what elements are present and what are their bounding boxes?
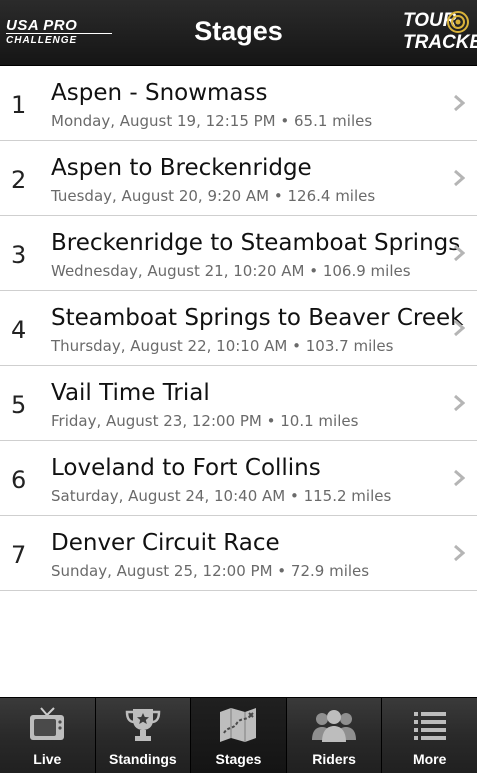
map-icon xyxy=(220,708,257,742)
stage-details: Saturday, August 24, 10:40 AM • 115.2 mi… xyxy=(51,487,392,505)
chevron-right-icon xyxy=(454,244,465,262)
stage-row[interactable]: 5 Vail Time Trial Friday, August 23, 12:… xyxy=(0,366,477,441)
stage-name: Denver Circuit Race xyxy=(51,530,280,556)
stage-list: 1 Aspen - Snowmass Monday, August 19, 12… xyxy=(0,66,477,591)
tab-bar: Live Standings Stages Riders More xyxy=(0,697,477,773)
tour-tracker-logo: TOUR TRACKER xyxy=(403,10,477,53)
stage-number: 6 xyxy=(11,466,27,494)
stage-name: Loveland to Fort Collins xyxy=(51,455,321,481)
stage-row[interactable]: 3 Breckenridge to Steamboat Springs Wedn… xyxy=(0,216,477,291)
tab-label: Standings xyxy=(109,751,177,767)
tab-label: Live xyxy=(33,751,62,767)
stage-name: Aspen to Breckenridge xyxy=(51,155,312,181)
tab-standings[interactable]: Standings xyxy=(95,698,192,773)
chevron-right-icon xyxy=(454,394,465,412)
people-icon xyxy=(312,710,357,742)
stage-row[interactable]: 7 Denver Circuit Race Sunday, August 25,… xyxy=(0,516,477,591)
stage-number: 7 xyxy=(11,541,27,569)
stage-details: Friday, August 23, 12:00 PM • 10.1 miles xyxy=(51,412,359,430)
chevron-right-icon xyxy=(454,319,465,337)
nav-bar: USA PRO CHALLENGE Stages TOUR TRACKER xyxy=(0,0,477,66)
target-icon xyxy=(447,11,469,33)
stage-details: Sunday, August 25, 12:00 PM • 72.9 miles xyxy=(51,562,370,580)
stage-row[interactable]: 4 Steamboat Springs to Beaver Creek Thur… xyxy=(0,291,477,366)
tab-riders[interactable]: Riders xyxy=(286,698,383,773)
stage-details: Thursday, August 22, 10:10 AM • 103.7 mi… xyxy=(51,337,394,355)
stage-name: Breckenridge to Steamboat Springs xyxy=(51,230,461,256)
stage-details: Wednesday, August 21, 10:20 AM • 106.9 m… xyxy=(51,262,411,280)
chevron-right-icon xyxy=(454,544,465,562)
stage-name: Aspen - Snowmass xyxy=(51,80,268,106)
stage-number: 5 xyxy=(11,391,27,419)
stage-number: 3 xyxy=(11,241,27,269)
stage-name: Steamboat Springs to Beaver Creek xyxy=(51,305,464,331)
stage-number: 4 xyxy=(11,316,27,344)
stage-name: Vail Time Trial xyxy=(51,380,210,406)
chevron-right-icon xyxy=(454,469,465,487)
chevron-right-icon xyxy=(454,94,465,112)
usa-pro-challenge-logo: USA PRO CHALLENGE xyxy=(6,18,112,46)
trophy-icon xyxy=(125,709,161,741)
tv-icon xyxy=(30,707,65,740)
stage-row[interactable]: 2 Aspen to Breckenridge Tuesday, August … xyxy=(0,141,477,216)
stage-number: 1 xyxy=(11,91,27,119)
tab-stages[interactable]: Stages xyxy=(191,698,287,773)
tab-more[interactable]: More xyxy=(382,698,477,773)
tab-label: More xyxy=(412,751,447,767)
stage-details: Monday, August 19, 12:15 PM • 65.1 miles xyxy=(51,112,373,130)
stage-row[interactable]: 6 Loveland to Fort Collins Saturday, Aug… xyxy=(0,441,477,516)
tab-label: Riders xyxy=(312,751,356,767)
stage-details: Tuesday, August 20, 9:20 AM • 126.4 mile… xyxy=(51,187,376,205)
tab-live[interactable]: Live xyxy=(0,698,96,773)
chevron-right-icon xyxy=(454,169,465,187)
stage-row[interactable]: 1 Aspen - Snowmass Monday, August 19, 12… xyxy=(0,66,477,141)
tab-label: Stages xyxy=(215,751,262,767)
stage-number: 2 xyxy=(11,166,27,194)
list-icon xyxy=(413,712,446,740)
